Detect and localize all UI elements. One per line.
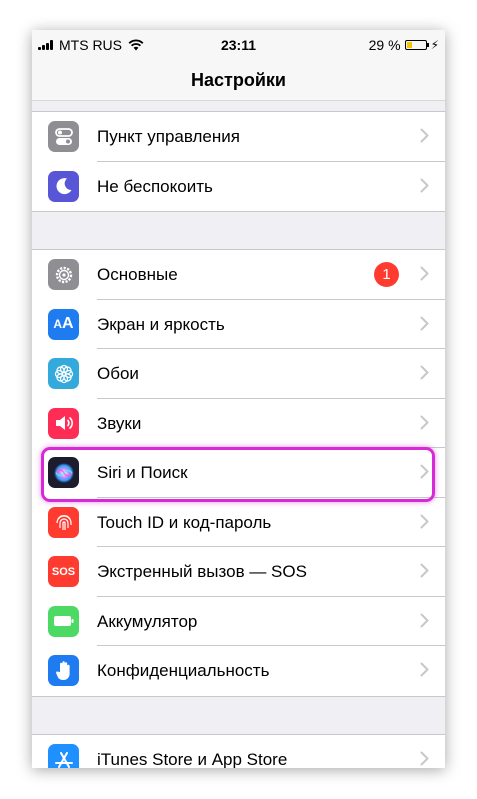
battery-icon	[48, 605, 79, 637]
settings-row-control-center[interactable]: Пункт управления	[32, 112, 445, 162]
charging-icon: ⚡	[430, 38, 439, 52]
settings-row-flower[interactable]: Обои	[32, 349, 445, 399]
page-title: Настройки	[32, 60, 445, 101]
settings-row-label: Обои	[97, 364, 139, 383]
settings-row-label: Siri и Поиск	[97, 463, 188, 482]
settings-row-text-size[interactable]: A A Экран и яркость	[32, 300, 445, 349]
control-center-icon	[48, 121, 79, 152]
gear-icon	[48, 259, 79, 290]
chevron-right-icon	[420, 464, 429, 479]
settings-row-hand[interactable]: Конфиденциальность	[32, 646, 445, 696]
chevron-right-icon	[420, 178, 429, 193]
settings-row-fingerprint[interactable]: Touch ID и код-пароль	[32, 498, 445, 547]
moon-icon	[48, 170, 79, 202]
chevron-right-icon	[420, 751, 429, 766]
hand-icon	[48, 655, 79, 686]
sos-icon: SOS	[48, 556, 79, 587]
notification-badge: 1	[374, 262, 399, 287]
settings-group-3: iTunes Store и App Store	[32, 734, 445, 768]
settings-row-label: Аккумулятор	[97, 611, 198, 631]
settings-row-battery[interactable]: Аккумулятор	[32, 597, 445, 646]
battery-icon	[404, 40, 429, 50]
app-store-icon	[48, 744, 79, 768]
settings-row-label: iTunes Store и App Store	[97, 750, 288, 768]
chevron-right-icon	[420, 613, 429, 628]
settings-row-label: Звуки	[97, 413, 142, 433]
settings-row-label: Пункт управления	[97, 127, 240, 146]
settings-row-sos[interactable]: SOS Экстренный вызов — SOS	[32, 547, 445, 597]
status-right: 29 % ⚡	[369, 37, 439, 53]
chevron-right-icon	[420, 514, 429, 529]
settings-row-label: Не беспокоить	[97, 176, 213, 196]
chevron-right-icon	[420, 365, 429, 380]
chevron-right-icon	[420, 415, 429, 430]
fingerprint-icon	[48, 506, 79, 538]
phone-screen: MTS RUS 23:11 29 % ⚡ Настройки Пункт упр…	[32, 30, 445, 768]
chevron-right-icon	[420, 128, 429, 143]
settings-row-label: Экстренный вызов — SOS	[97, 562, 307, 581]
settings-row-siri[interactable]: Siri и Поиск	[32, 448, 445, 498]
settings-row-app-store[interactable]: iTunes Store и App Store	[32, 735, 445, 768]
settings-row-label: Конфиденциальность	[97, 661, 270, 680]
icon-text: SOS	[51, 565, 76, 578]
settings-group-2: Основные 1 A A Экран и яркость Обои Звуки Siri …	[32, 249, 445, 697]
flower-icon	[48, 358, 79, 389]
chevron-right-icon	[420, 662, 429, 677]
siri-icon	[48, 457, 79, 488]
text-size-icon: AA	[48, 308, 79, 340]
chevron-right-icon	[420, 563, 429, 578]
settings-row-label: Экран и яркость	[97, 314, 225, 334]
settings-row-gear[interactable]: Основные 1	[32, 250, 445, 300]
settings-row-moon[interactable]: Не беспокоить	[32, 162, 445, 212]
status-bar: MTS RUS 23:11 29 % ⚡	[32, 30, 445, 60]
settings-row-label: Touch ID и код-пароль	[97, 512, 272, 532]
settings-row-label: Основные	[97, 265, 178, 284]
battery-percent: 29 %	[368, 37, 401, 53]
chevron-right-icon	[420, 316, 429, 331]
chevron-right-icon	[420, 266, 429, 281]
settings-row-speaker[interactable]: Звуки	[32, 399, 445, 448]
speaker-icon	[48, 407, 79, 439]
settings-group-1: Пункт управления Не беспокоить	[32, 111, 445, 212]
